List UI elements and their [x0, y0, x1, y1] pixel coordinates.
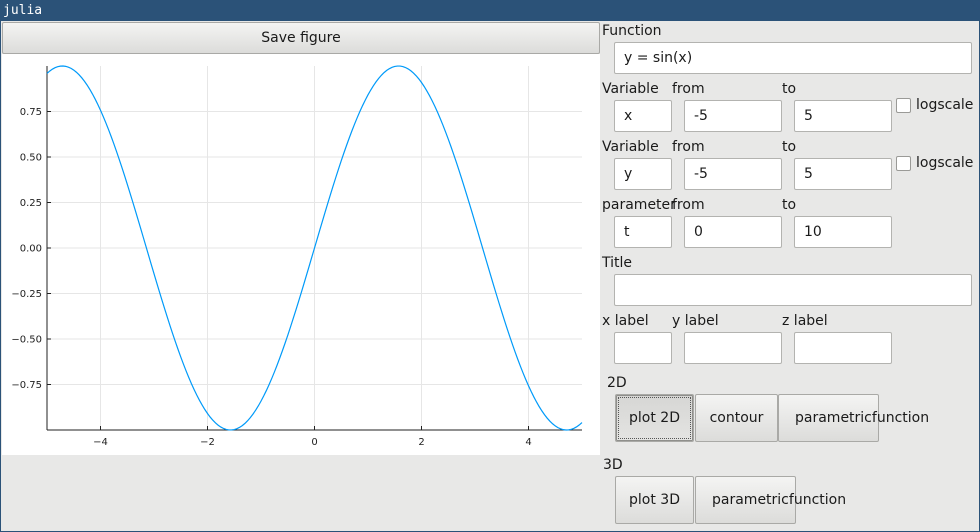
variable1-from-input[interactable] [684, 100, 782, 132]
x-tick-label-1: −2 [200, 437, 215, 448]
variable1-label: Variable [602, 81, 659, 97]
variable1-logscale-label: logscale [916, 97, 974, 113]
variable2-label: Variable [602, 139, 659, 155]
parametric-function-3d-line2: function [788, 492, 847, 508]
function-label: Function [602, 23, 662, 39]
variable2-logscale-label: logscale [916, 155, 974, 171]
y-tick-label-0: 0.75 [20, 107, 42, 118]
parametric-function-3d-line1: parametric [712, 492, 789, 508]
save-figure-button[interactable]: Save figure [2, 22, 600, 54]
section-3d-label: 3D [603, 457, 623, 473]
z-label-input[interactable] [794, 332, 892, 364]
parametric-function-2d-button[interactable]: parametric function [778, 394, 929, 442]
y-label-label: y label [672, 313, 719, 329]
plot-2d-button[interactable]: plot 2D [615, 394, 694, 442]
y-tick-label-3: 0.00 [20, 244, 42, 255]
sine-plot: −4 −2 0 2 4 0.75 0.50 0.25 0.00 −0.25 −0.50 −0.75 [11, 65, 583, 448]
parameter-from-input[interactable] [684, 216, 782, 248]
parameter-name-input[interactable] [614, 216, 672, 248]
x-label-label: x label [602, 313, 649, 329]
variable2-name-input[interactable] [614, 158, 672, 190]
section-2d-label: 2D [607, 375, 627, 391]
variable2-from-label: from [672, 139, 705, 155]
variable1-from-label: from [672, 81, 705, 97]
variable2-to-label: to [782, 139, 797, 155]
variable1-name-input[interactable] [614, 100, 672, 132]
variable1-to-input[interactable] [794, 100, 892, 132]
x-tick-label-4: 4 [525, 437, 531, 448]
x-label-input[interactable] [614, 332, 672, 364]
parametric-function-2d-line1: parametric [795, 410, 872, 426]
title-label: Title [602, 255, 633, 271]
parameter-label: parameter [602, 197, 676, 213]
y-label-input[interactable] [684, 332, 782, 364]
y-tick-label-6: −0.75 [11, 380, 42, 391]
variable1-to-label: to [782, 81, 797, 97]
plot-3d-button[interactable]: plot 3D [615, 476, 694, 524]
parameter-from-label: from [672, 197, 705, 213]
title-input[interactable] [614, 274, 972, 306]
x-tick-label-2: 0 [311, 437, 317, 448]
y-tick-label-2: 0.25 [20, 198, 42, 209]
parametric-function-3d-button[interactable]: parametric function [695, 476, 846, 524]
y-tick-label-4: −0.25 [11, 289, 42, 300]
z-label-label: z label [782, 313, 828, 329]
variable1-logscale-checkbox[interactable] [896, 98, 911, 113]
window-title-bar: julia [0, 0, 980, 21]
y-tick-label-5: −0.50 [11, 335, 42, 346]
variable2-logscale-checkbox[interactable] [896, 156, 911, 171]
function-input[interactable] [614, 42, 972, 74]
y-tick-label-1: 0.50 [20, 153, 42, 164]
contour-button[interactable]: contour [695, 394, 778, 442]
variable2-to-input[interactable] [794, 158, 892, 190]
variable2-from-input[interactable] [684, 158, 782, 190]
x-tick-label-0: −4 [93, 437, 108, 448]
parameter-to-input[interactable] [794, 216, 892, 248]
parametric-function-2d-line2: function [871, 410, 930, 426]
window-title: julia [3, 3, 43, 18]
x-tick-label-3: 2 [418, 437, 424, 448]
plot-canvas: −4 −2 0 2 4 0.75 0.50 0.25 0.00 −0.25 −0.50 −0.75 [2, 54, 600, 455]
parameter-to-label: to [782, 197, 797, 213]
